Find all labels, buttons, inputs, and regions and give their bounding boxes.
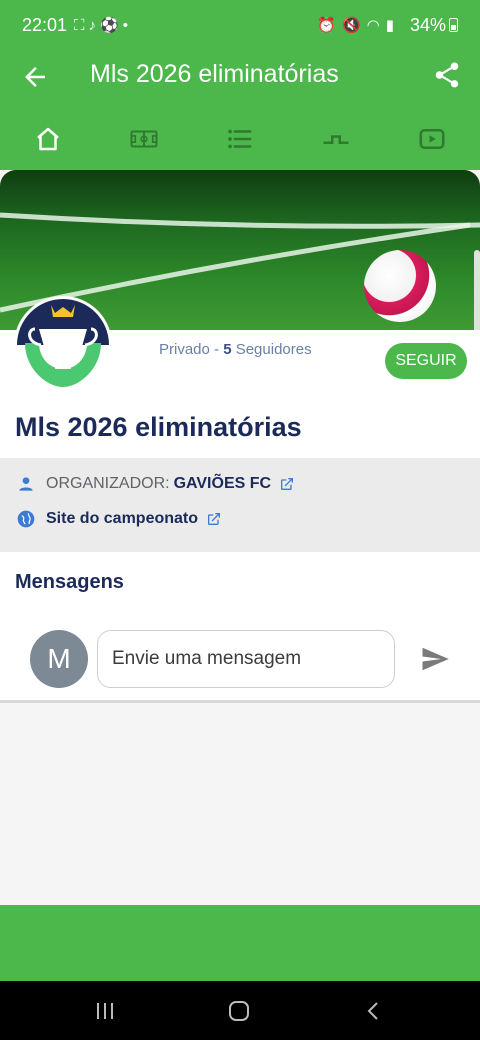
status-bar: 22:01 ⛶♪⚽• ⏰🔇◠▮ 34%: [0, 0, 480, 52]
privacy-label: Privado: [159, 341, 210, 358]
notification-icons: ⛶♪⚽•: [74, 16, 132, 34]
avatar: M: [30, 630, 88, 688]
system-nav-bar: [0, 981, 480, 1040]
divider: [0, 700, 480, 703]
soccer-icon: ⚽: [100, 17, 123, 34]
globe-icon: [17, 510, 35, 528]
message-input[interactable]: [97, 630, 395, 688]
organizer-label: ORGANIZADOR:: [46, 475, 170, 492]
alarm-icon: ⏰: [317, 17, 342, 34]
follow-button[interactable]: SEGUIR: [385, 343, 467, 379]
championship-title: Mls 2026 eliminatórias: [15, 412, 302, 442]
followers-count: 5: [223, 341, 232, 358]
system-icons: ⏰🔇◠▮: [317, 16, 400, 34]
organizer-link[interactable]: GAVIÕES FC: [174, 475, 272, 493]
mute-icon: 🔇: [341, 17, 367, 34]
tab-bracket[interactable]: [319, 122, 353, 156]
field-icon: [130, 130, 158, 148]
wifi-icon: ◠: [366, 17, 386, 34]
messages-heading: Mensagens: [15, 571, 124, 593]
championship-logo: [14, 296, 112, 394]
list-icon: [228, 129, 252, 149]
followers-label: Seguidores: [231, 341, 312, 358]
tab-list[interactable]: [223, 122, 257, 156]
tab-home[interactable]: [31, 122, 65, 156]
info-section: ORGANIZADOR: GAVIÕES FC Site do campeona…: [0, 458, 480, 552]
person-icon: [19, 477, 33, 491]
external-link-icon[interactable]: [206, 511, 222, 527]
home-button[interactable]: [225, 997, 253, 1025]
send-icon[interactable]: [420, 644, 450, 674]
separator: -: [209, 341, 224, 358]
bottom-banner: [0, 905, 480, 981]
page-title: Mls 2026 eliminatórias: [90, 60, 339, 88]
privacy-followers: Privado - 5 Seguidores: [159, 341, 312, 358]
soccer-ball: [364, 250, 436, 322]
battery-icon: [449, 18, 458, 32]
tab-bar: [0, 108, 480, 170]
tiktok-icon: ♪: [88, 17, 101, 34]
back-button[interactable]: [360, 997, 388, 1025]
signal-icon: ▮: [385, 17, 400, 34]
screenshot-icon: ⛶: [74, 17, 89, 34]
external-link-icon[interactable]: [279, 476, 295, 492]
site-link[interactable]: Site do campeonato: [46, 510, 198, 528]
messages-section: Mensagens M: [0, 552, 480, 702]
site-row[interactable]: Site do campeonato: [16, 509, 222, 529]
tab-video[interactable]: [415, 122, 449, 156]
bracket-icon: [323, 135, 349, 144]
share-icon[interactable]: [432, 60, 462, 90]
app-bar: Mls 2026 eliminatórias: [0, 52, 480, 108]
battery-text: 34%: [409, 15, 446, 35]
organizer-row: ORGANIZADOR: GAVIÕES FC: [16, 474, 295, 494]
trophy-icon: [17, 299, 109, 391]
back-nav-icon: [367, 1002, 378, 1020]
arrow-back-icon[interactable]: [20, 62, 50, 92]
dot-icon: •: [122, 17, 132, 34]
recents-icon: [97, 1003, 113, 1019]
recents-button[interactable]: [91, 997, 119, 1025]
tab-field[interactable]: [127, 122, 161, 156]
status-time: 22:01: [22, 15, 68, 35]
video-icon: [419, 129, 445, 149]
profile-section: Privado - 5 Seguidores SEGUIR Mls 2026 e…: [0, 296, 480, 458]
home-icon: [37, 127, 59, 151]
home-nav-icon: [229, 1001, 249, 1021]
